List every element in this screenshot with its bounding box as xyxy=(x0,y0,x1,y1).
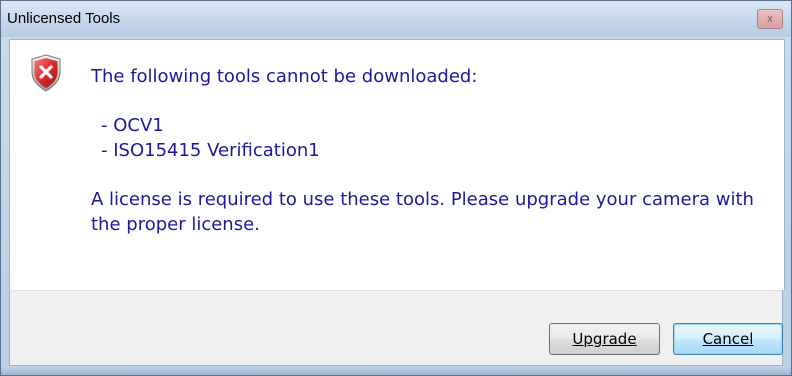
message-area: The following tools cannot be downloaded… xyxy=(9,39,785,290)
message-heading: The following tools cannot be downloaded… xyxy=(91,66,478,87)
tool-list: - OCV1 - ISO15415 Verification1 xyxy=(91,113,781,163)
upgrade-button[interactable]: Upgrade xyxy=(549,323,660,355)
button-bar: Upgrade Cancel xyxy=(9,290,783,366)
cancel-button[interactable]: Cancel xyxy=(673,323,783,355)
tool-list-item: - OCV1 xyxy=(101,115,164,136)
window-title: Unlicensed Tools xyxy=(7,10,121,27)
error-shield-icon xyxy=(31,54,61,92)
title-bar[interactable]: Unlicensed Tools x xyxy=(1,1,791,37)
close-button[interactable]: x xyxy=(757,9,783,29)
dialog-window: Unlicensed Tools x The following tools c… xyxy=(0,0,792,376)
window-bottom-border xyxy=(1,366,791,375)
license-notice: A license is required to use these tools… xyxy=(91,189,754,235)
close-icon: x xyxy=(767,12,773,25)
tool-list-item: - ISO15415 Verification1 xyxy=(101,140,320,161)
message-text: The following tools cannot be downloaded… xyxy=(91,64,781,237)
